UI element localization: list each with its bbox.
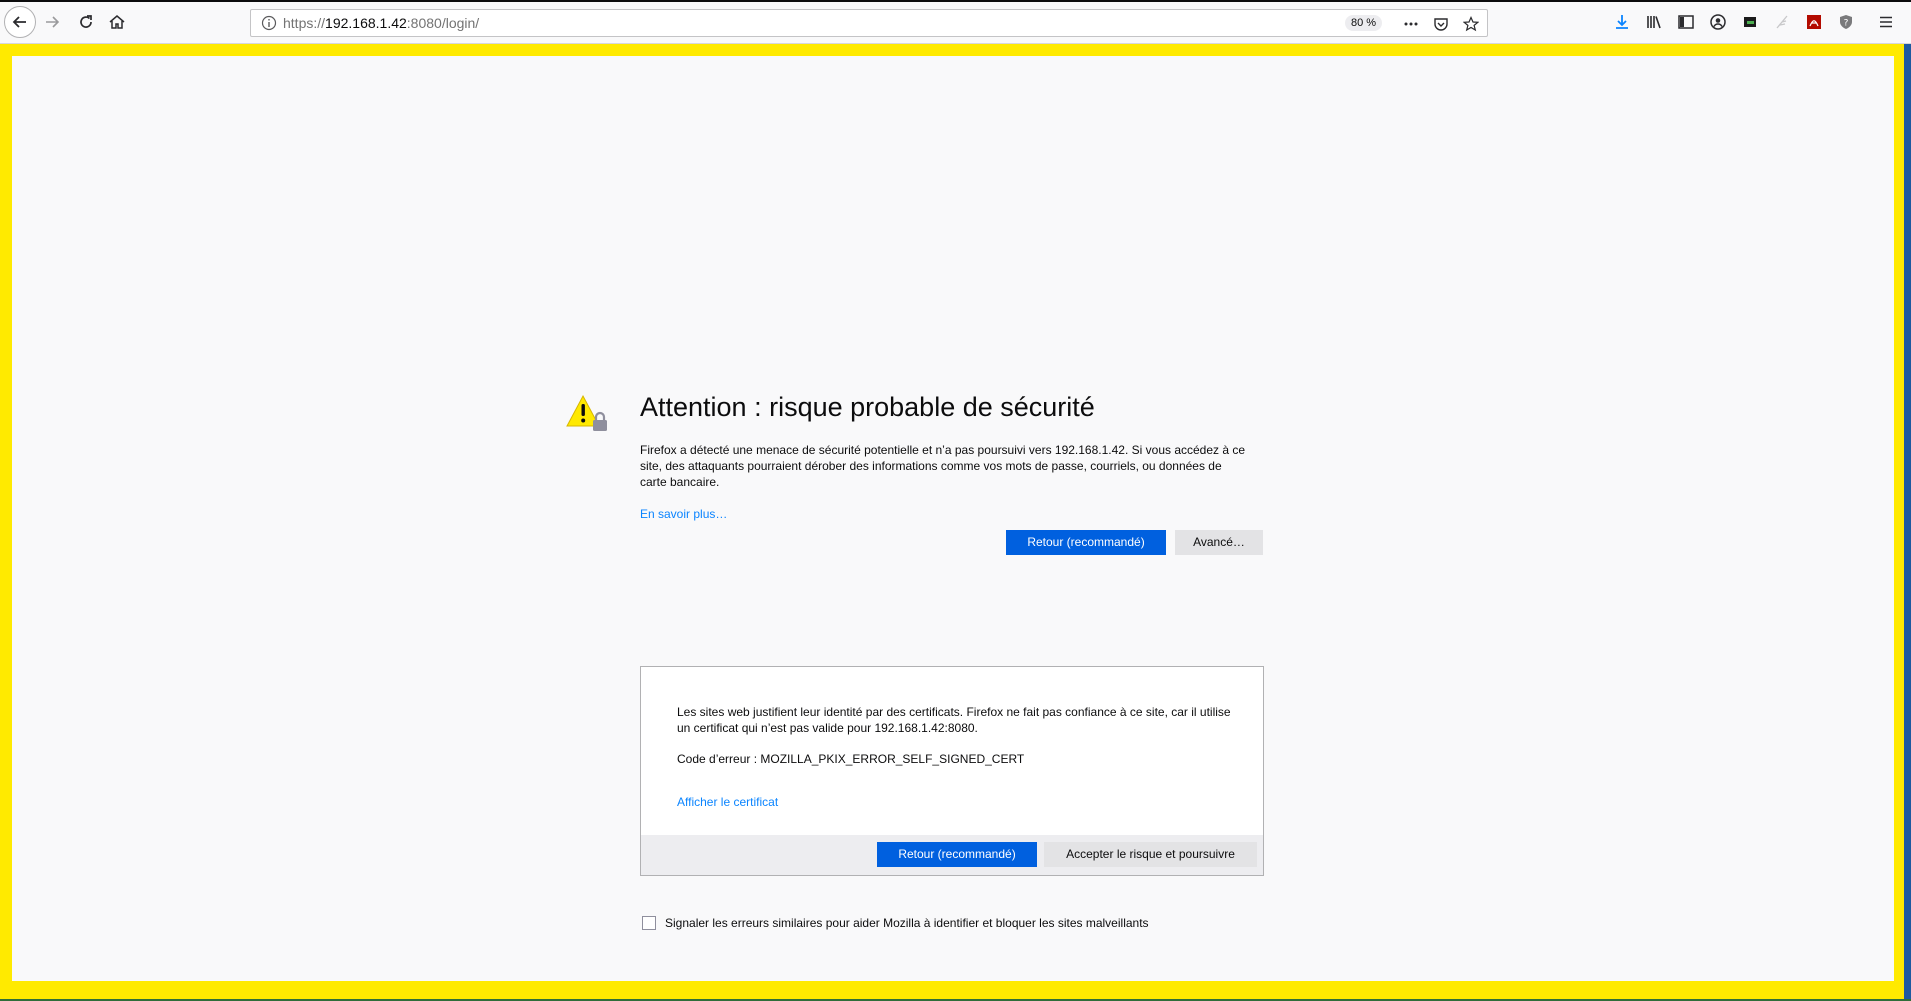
help-icon: ?	[1840, 15, 1852, 29]
forward-button[interactable]	[40, 10, 64, 34]
bookmark-star-icon	[1463, 16, 1479, 32]
pdf-icon	[1807, 15, 1821, 29]
accept-risk-button[interactable]: Accepter le risque et poursuivre	[1044, 842, 1257, 867]
library-icon	[1647, 16, 1661, 29]
sidebar-button[interactable]	[1674, 10, 1698, 34]
report-errors-checkbox[interactable]	[642, 916, 656, 930]
url-host: 192.168.1.42	[325, 15, 407, 31]
pdf-button[interactable]	[1802, 10, 1826, 34]
error-code: Code d’erreur : MOZILLA_PKIX_ERROR_SELF_…	[677, 752, 1025, 766]
pocket-button[interactable]	[1431, 14, 1451, 34]
error-title: Attention : risque probable de sécurité	[640, 392, 1095, 422]
url-path: :8080/login/	[406, 15, 480, 31]
more-icon	[1404, 22, 1418, 26]
sidebar-icon	[1678, 15, 1694, 29]
extension-icon	[1744, 17, 1756, 27]
extension-button[interactable]	[1738, 10, 1762, 34]
feather-button[interactable]	[1770, 10, 1794, 34]
report-errors-row: Signaler les erreurs similaires pour aid…	[642, 914, 1149, 932]
learn-more-link[interactable]: En savoir plus…	[640, 507, 727, 521]
reload-button[interactable]	[74, 10, 98, 34]
bookmark-button[interactable]	[1461, 14, 1481, 34]
home-icon	[109, 15, 125, 29]
help-button[interactable]: ?	[1834, 10, 1858, 34]
error-description: Firefox a détecté une menace de sécurité…	[640, 443, 1246, 489]
account-button[interactable]	[1706, 10, 1730, 34]
account-icon	[1710, 14, 1726, 30]
view-certificate-link[interactable]: Afficher le certificat	[677, 795, 778, 809]
report-errors-label[interactable]: Signaler les erreurs similaires pour aid…	[665, 916, 1149, 930]
tabstrip-edge	[0, 0, 1911, 2]
zoom-indicator[interactable]: 80 %	[1345, 15, 1383, 31]
library-button[interactable]	[1642, 10, 1666, 34]
advanced-button[interactable]: Avancé…	[1175, 530, 1263, 555]
advanced-go-back-button[interactable]: Retour (recommandé)	[877, 842, 1037, 867]
advanced-description: Les sites web justifient leur identité p…	[677, 705, 1231, 735]
feather-icon	[1776, 15, 1788, 29]
download-icon	[1616, 15, 1628, 29]
url-actions	[1401, 14, 1481, 34]
url-text[interactable]: https://192.168.1.42:8080/login/	[283, 15, 479, 31]
forward-icon	[46, 16, 60, 28]
info-icon[interactable]	[261, 15, 277, 31]
window-edge	[1904, 44, 1911, 999]
home-button[interactable]	[105, 10, 129, 34]
go-back-button[interactable]: Retour (recommandé)	[1006, 530, 1166, 555]
url-bar[interactable]: https://192.168.1.42:8080/login/ 80 %	[250, 9, 1488, 37]
reload-icon	[80, 15, 92, 28]
url-prefix: https://	[283, 15, 326, 31]
warning-lock-icon	[566, 394, 607, 431]
back-icon	[12, 16, 26, 28]
back-button[interactable]	[4, 6, 36, 38]
advanced-panel: Les sites web justifient leur identité p…	[640, 666, 1264, 876]
svg-text:?: ?	[1844, 19, 1849, 29]
menu-button[interactable]	[1874, 10, 1898, 34]
page-actions-button[interactable]	[1401, 14, 1421, 34]
menu-icon	[1880, 16, 1892, 28]
downloads-button[interactable]	[1610, 10, 1634, 34]
browser-toolbar: https://192.168.1.42:8080/login/ 80 % ?	[0, 0, 1911, 44]
pocket-icon	[1434, 18, 1448, 31]
